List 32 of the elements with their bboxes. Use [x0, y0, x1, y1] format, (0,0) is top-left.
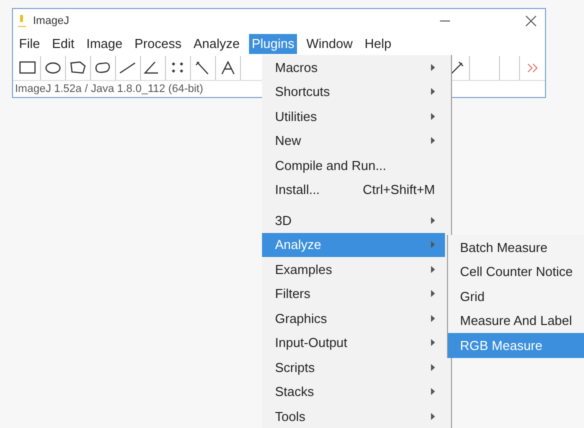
menu-entry[interactable]: New — [262, 128, 445, 153]
menu-entry[interactable]: Input-Output — [262, 330, 445, 355]
menu-item[interactable]: Window — [303, 34, 356, 54]
menu-entry[interactable]: Graphics — [262, 306, 445, 330]
menu-entry[interactable]: Cell Counter Notice — [448, 260, 584, 284]
menu-entry[interactable]: Examples — [262, 257, 445, 282]
menu-entry[interactable]: Filters — [262, 282, 445, 306]
more-tools-icon[interactable] — [526, 62, 538, 72]
menu-item[interactable]: Help — [362, 34, 394, 54]
menu-item[interactable]: File — [16, 34, 43, 54]
menu-entry[interactable]: Macros — [262, 55, 445, 80]
menu-entry[interactable]: Measure And Label — [448, 308, 584, 334]
menu-entry[interactable]: Tools — [262, 404, 445, 428]
menu-entry[interactable]: Shortcuts — [262, 80, 445, 104]
rectangle-tool-icon[interactable] — [18, 58, 38, 76]
menu-entry[interactable]: 3D — [262, 202, 445, 232]
window-title: ImageJ — [33, 14, 70, 29]
status-text: ImageJ 1.52a / Java 1.8.0_112 (64-bit) — [15, 82, 204, 97]
menu-item[interactable]: Edit — [48, 34, 78, 54]
polygon-tool-icon[interactable] — [68, 58, 88, 76]
menu-item[interactable]: Image — [83, 34, 126, 54]
menu-entry[interactable]: Install... Ctrl+Shift+M — [262, 178, 445, 202]
menu-entry[interactable]: Grid — [448, 284, 584, 309]
shortcut-text: Ctrl+Shift+M — [362, 181, 435, 199]
menu-item[interactable]: Analyze — [190, 34, 243, 54]
menu-entry[interactable]: Utilities — [262, 104, 445, 128]
menu-entry[interactable]: Stacks — [262, 380, 445, 404]
menu-entry[interactable]: Compile and Run... — [262, 153, 445, 178]
menu-item[interactable]: Process — [132, 34, 184, 54]
menu-entry[interactable]: Batch Measure — [448, 235, 584, 260]
close-icon[interactable] — [525, 15, 537, 27]
menu-entry[interactable]: Scripts — [262, 355, 445, 380]
